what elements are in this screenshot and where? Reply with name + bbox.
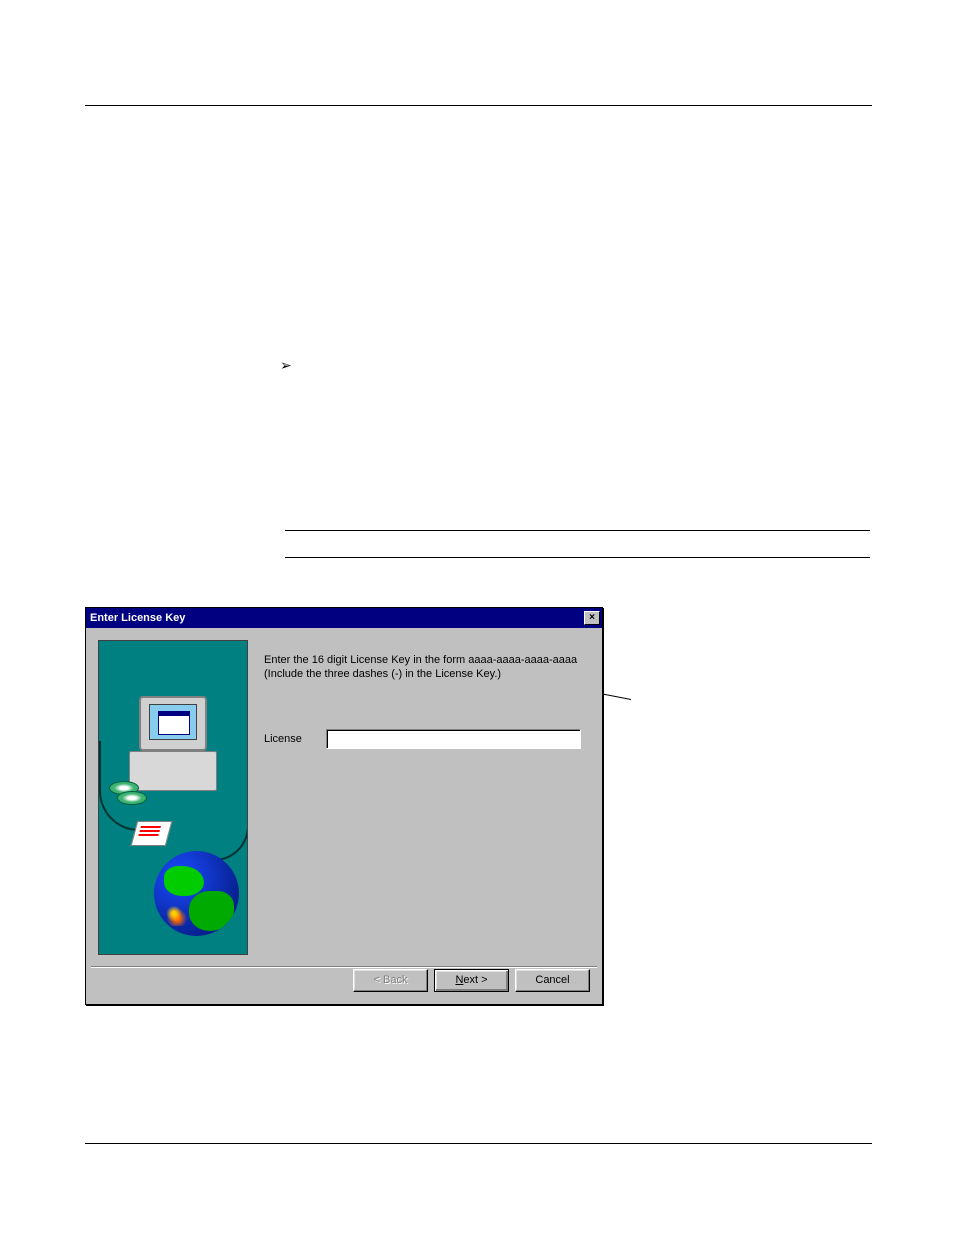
back-button: < Back xyxy=(353,969,428,992)
page-rule-top xyxy=(85,105,872,106)
dialog-body: Enter the 16 digit License Key in the fo… xyxy=(86,628,602,1004)
next-button[interactable]: Next > xyxy=(434,969,509,992)
title-bar: Enter License Key × xyxy=(86,608,602,628)
dialog-title: Enter License Key xyxy=(90,612,185,624)
license-label: License xyxy=(264,733,302,745)
wizard-side-image xyxy=(98,640,248,955)
computer-base-icon xyxy=(129,751,217,791)
close-button[interactable]: × xyxy=(584,611,600,625)
page-rule-mid-1 xyxy=(285,530,870,531)
document-icon xyxy=(131,821,173,846)
cd-icon-2 xyxy=(117,791,147,805)
monitor-icon xyxy=(139,696,207,751)
instruction-line-2: (Include the three dashes (-) in the Lic… xyxy=(264,667,577,681)
instruction-text: Enter the 16 digit License Key in the fo… xyxy=(264,653,577,681)
globe-icon xyxy=(154,851,239,936)
enter-license-key-dialog: Enter License Key × Enter the 1 xyxy=(85,607,603,1005)
page-rule-bottom xyxy=(85,1143,872,1144)
cancel-button[interactable]: Cancel xyxy=(515,969,590,992)
button-row: < Back Next > Cancel xyxy=(353,969,590,992)
button-separator xyxy=(91,966,597,968)
close-icon: × xyxy=(589,612,595,623)
page-rule-mid-2 xyxy=(285,557,870,558)
license-input[interactable] xyxy=(326,729,581,749)
instruction-line-1: Enter the 16 digit License Key in the fo… xyxy=(264,653,577,667)
cable-graphic-icon xyxy=(214,741,248,861)
arrow-bullet-icon: ➢ xyxy=(280,357,292,374)
